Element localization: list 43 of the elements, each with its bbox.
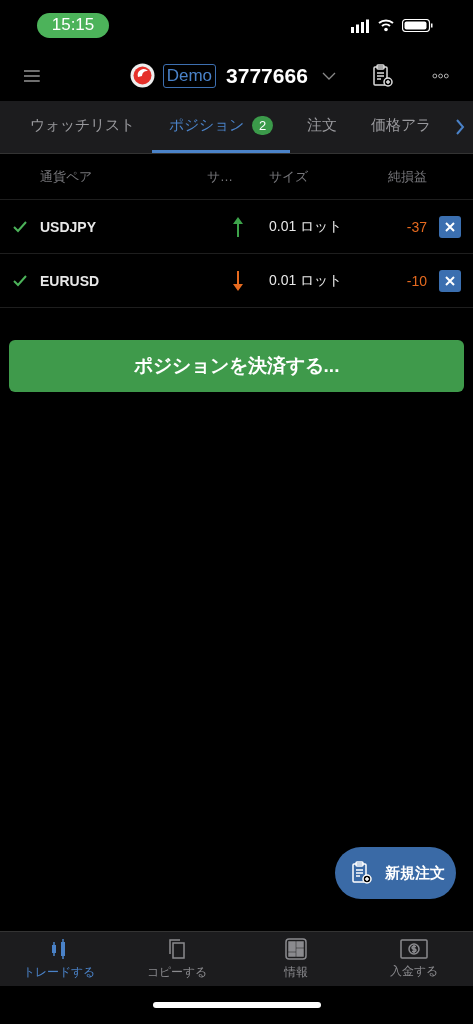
copy-icon: [168, 937, 187, 960]
close-positions-button[interactable]: ポジションを決済する...: [9, 340, 464, 392]
lot-size: 0.01 ロット: [268, 217, 344, 236]
close-icon: [445, 275, 455, 286]
column-header: サ…: [207, 167, 233, 186]
new-order-icon: [371, 63, 394, 88]
more-icon[interactable]: [431, 71, 449, 80]
net-pnl: -10: [406, 272, 427, 289]
battery-icon: [402, 18, 433, 32]
lot-size: 0.01 ロット: [268, 271, 344, 290]
nav-item[interactable]: 情報: [236, 932, 355, 986]
account-number[interactable]: 3777666: [226, 63, 308, 88]
column-header: サイズ: [268, 167, 308, 186]
close-position-button[interactable]: [439, 269, 461, 292]
clipboard-plus-icon: [351, 861, 373, 885]
tab[interactable]: 価格アラ: [354, 101, 448, 153]
tab[interactable]: ウォッチリスト: [0, 101, 152, 153]
chevron-right-icon[interactable]: [455, 119, 465, 135]
logo-icon: [129, 63, 155, 88]
wifi-icon: [378, 18, 394, 32]
column-header: 純損益: [388, 167, 427, 186]
count-badge: 2: [252, 116, 273, 135]
close-position-button[interactable]: [439, 215, 461, 238]
nav-item[interactable]: トレードする: [0, 932, 119, 986]
chevron-down-icon[interactable]: [321, 71, 336, 80]
money-icon: [399, 938, 428, 959]
arrow-down-icon: [233, 270, 243, 291]
status-time: 15:15: [37, 12, 109, 38]
nav-item[interactable]: コピーする: [118, 932, 237, 986]
symbol: EURUSD: [40, 272, 101, 289]
dashboard-icon: [284, 937, 307, 960]
new-order-button[interactable]: 新規注文: [335, 847, 456, 899]
account-type-badge: Demo: [162, 63, 217, 88]
signal-icon: [351, 17, 370, 33]
close-icon: [445, 221, 455, 232]
symbol: USDJPY: [40, 218, 98, 235]
menu-icon[interactable]: [24, 67, 40, 84]
tab[interactable]: ポジション 2: [152, 101, 290, 153]
column-header: 通貨ペア: [40, 167, 92, 186]
arrow-up-icon: [233, 216, 243, 237]
tab[interactable]: 注文: [290, 101, 354, 153]
nav-item[interactable]: 入金する: [354, 932, 473, 986]
net-pnl: -37: [406, 218, 427, 235]
